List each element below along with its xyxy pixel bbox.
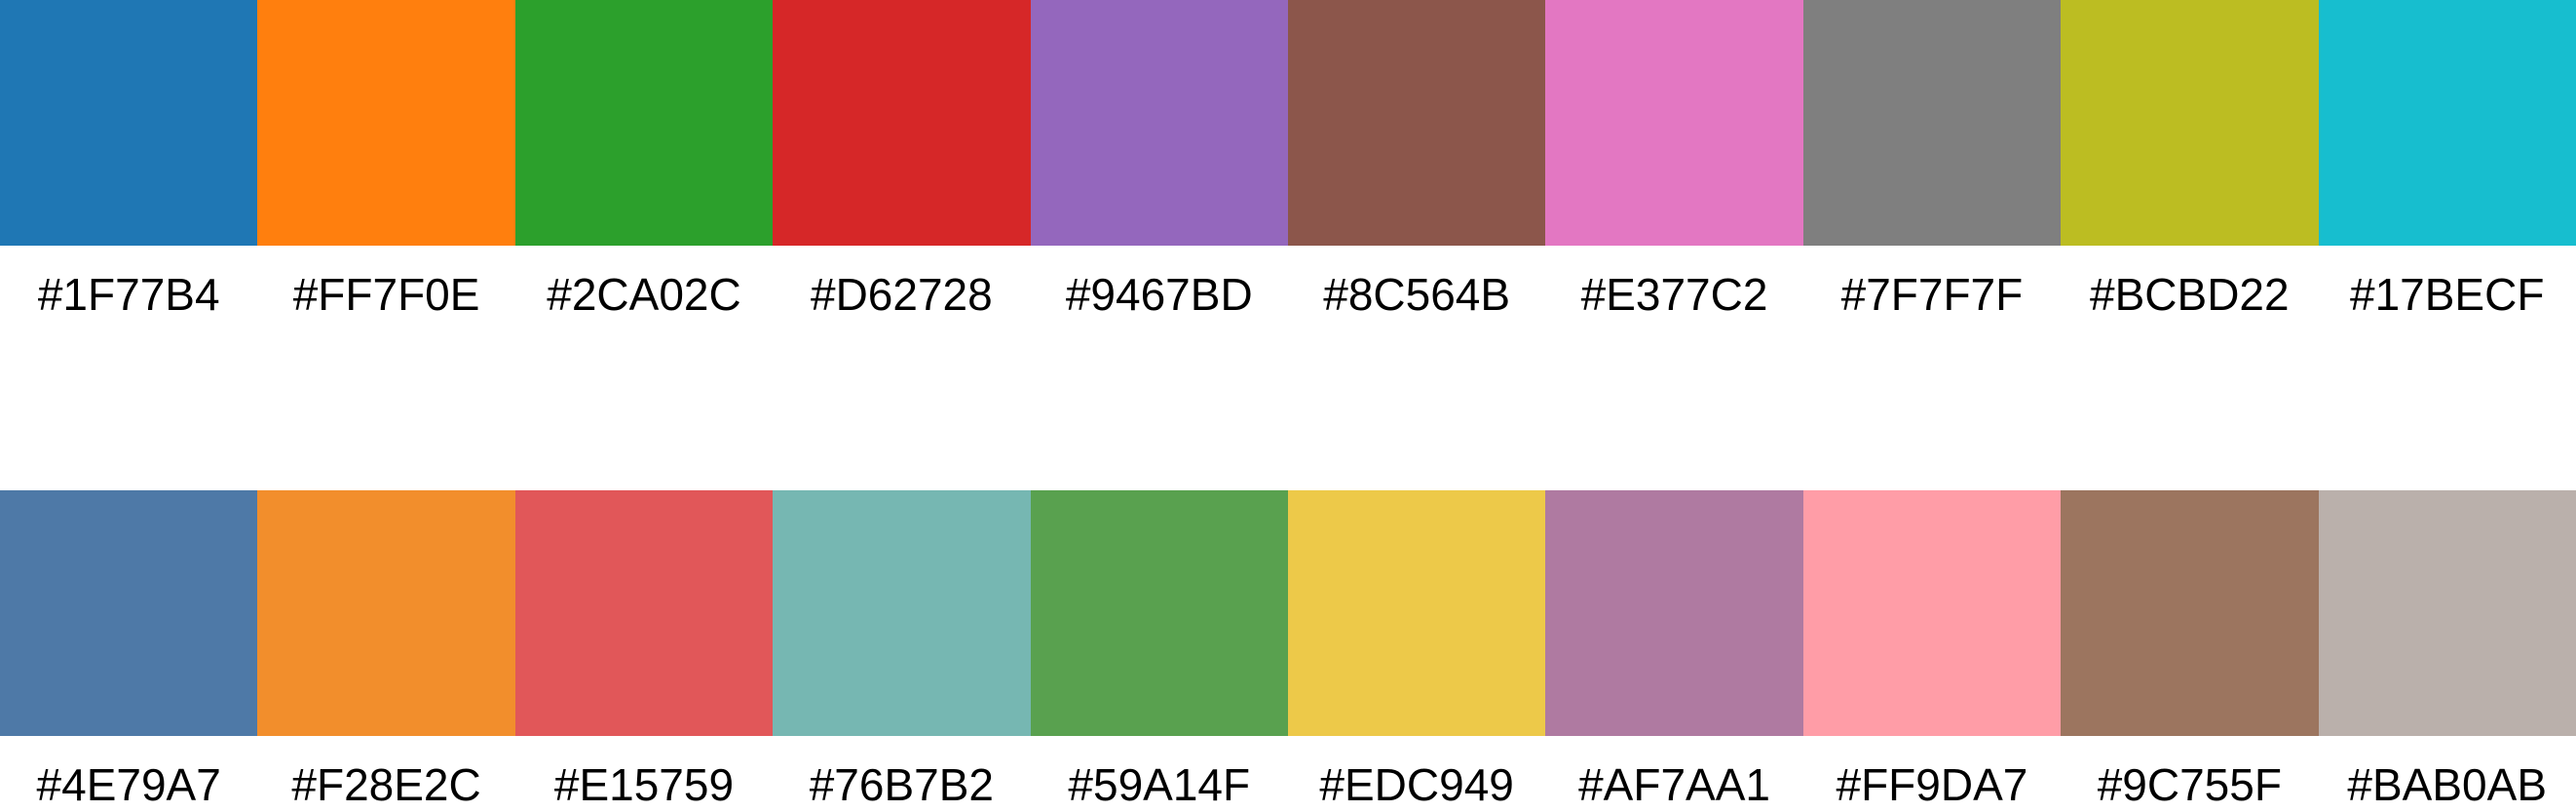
color-swatch <box>2061 0 2319 246</box>
hex-label: #F28E2C <box>291 759 481 810</box>
swatch-cell: #4E79A7 <box>0 490 258 812</box>
hex-label: #59A14F <box>1068 759 1251 810</box>
color-swatch <box>2318 0 2576 246</box>
color-swatch <box>1802 490 2062 736</box>
swatch-cell: #F28E2C <box>257 490 515 812</box>
hex-label: #9467BD <box>1065 269 1253 320</box>
swatch-cell: #E15759 <box>514 490 774 812</box>
hex-label: #1F77B4 <box>37 269 220 320</box>
hex-label: #FF7F0E <box>292 269 480 320</box>
swatch-cell: #EDC949 <box>1287 490 1546 812</box>
color-swatch <box>1545 490 1803 736</box>
color-swatch <box>773 490 1031 736</box>
hex-label: #9C755F <box>2097 759 2282 810</box>
hex-label: #17BECF <box>2349 269 2545 320</box>
hex-label: #7F7F7F <box>1840 269 2024 320</box>
color-swatch <box>1802 0 2062 246</box>
hex-label: #EDC949 <box>1319 759 1514 810</box>
color-swatch <box>257 490 515 736</box>
color-swatch <box>1030 0 1288 246</box>
swatch-row-1: #1F77B4 #FF7F0E #2CA02C #D62728 #9467BD … <box>0 0 2576 322</box>
hex-label: #BAB0AB <box>2347 759 2547 810</box>
swatch-cell: #BCBD22 <box>2061 0 2319 322</box>
color-swatch <box>773 0 1031 246</box>
hex-label: #E377C2 <box>1580 269 1768 320</box>
hex-label: #AF7AA1 <box>1578 759 1770 810</box>
hex-label: #FF9DA7 <box>1836 759 2028 810</box>
swatch-cell: #D62728 <box>773 0 1031 322</box>
swatch-cell: #59A14F <box>1030 490 1288 812</box>
swatch-cell: #7F7F7F <box>1802 0 2062 322</box>
swatch-cell: #FF7F0E <box>257 0 515 322</box>
color-swatch <box>2061 490 2319 736</box>
color-swatch <box>1287 0 1546 246</box>
color-swatch <box>1030 490 1288 736</box>
hex-label: #E15759 <box>553 759 735 810</box>
hex-label: #76B7B2 <box>809 759 994 810</box>
color-swatch <box>0 0 258 246</box>
swatch-cell: #BAB0AB <box>2318 490 2576 812</box>
swatch-cell: #76B7B2 <box>773 490 1031 812</box>
swatch-cell: #17BECF <box>2318 0 2576 322</box>
swatch-cell: #8C564B <box>1287 0 1546 322</box>
swatch-cell: #AF7AA1 <box>1545 490 1803 812</box>
hex-label: #8C564B <box>1323 269 1511 320</box>
swatch-cell: #E377C2 <box>1545 0 1803 322</box>
color-swatch <box>257 0 515 246</box>
color-swatch <box>1287 490 1546 736</box>
swatch-row-2: #4E79A7 #F28E2C #E15759 #76B7B2 #59A14F … <box>0 490 2576 812</box>
color-swatch <box>1545 0 1803 246</box>
hex-label: #4E79A7 <box>36 759 221 810</box>
swatch-cell: #2CA02C <box>514 0 774 322</box>
color-swatch <box>0 490 258 736</box>
hex-label: #D62728 <box>811 269 993 320</box>
hex-label: #BCBD22 <box>2090 269 2290 320</box>
hex-label: #2CA02C <box>547 269 741 320</box>
swatch-cell: #1F77B4 <box>0 0 258 322</box>
color-swatch <box>2318 490 2576 736</box>
color-swatch <box>514 0 774 246</box>
color-swatch <box>514 490 774 736</box>
swatch-cell: #9467BD <box>1030 0 1288 322</box>
swatch-cell: #9C755F <box>2061 490 2319 812</box>
swatch-cell: #FF9DA7 <box>1802 490 2062 812</box>
